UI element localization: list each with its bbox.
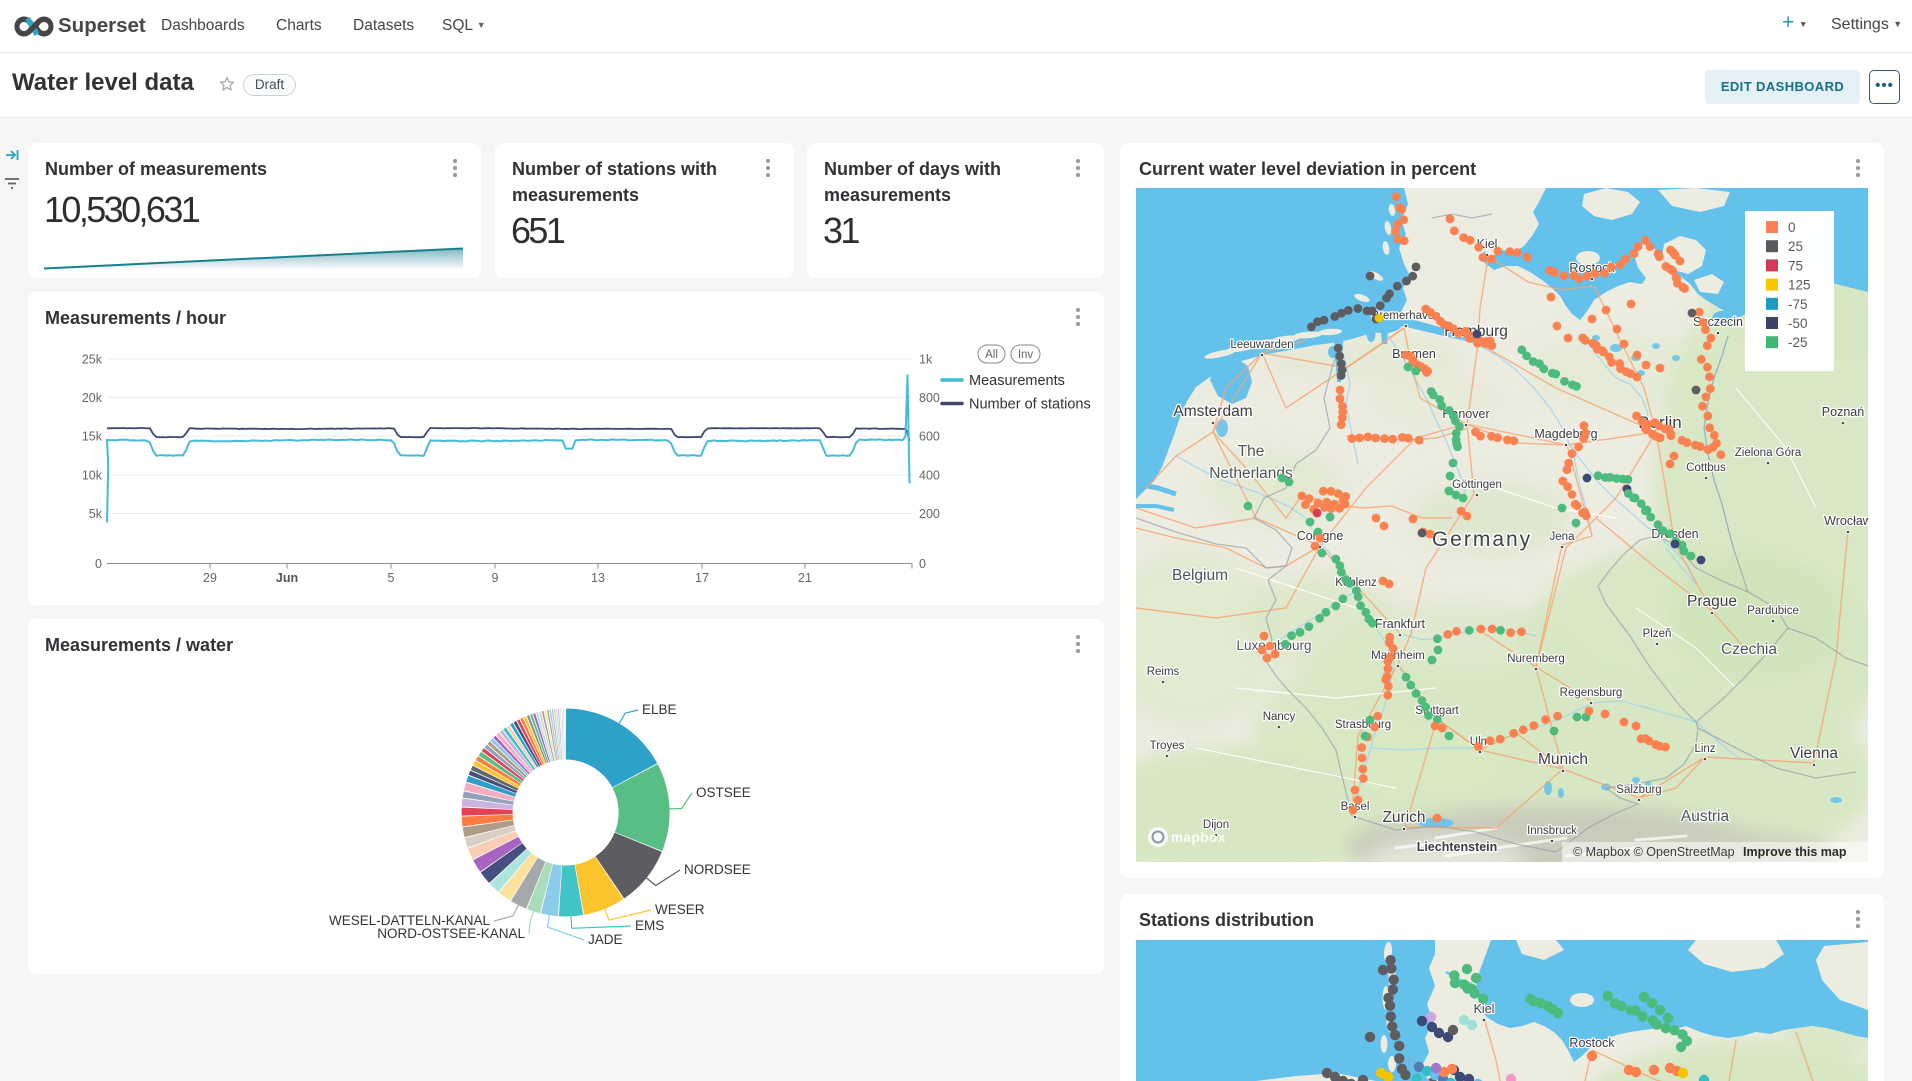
svg-text:OSTSEE: OSTSEE [696, 785, 751, 800]
svg-text:mapbox: mapbox [1171, 830, 1226, 845]
svg-text:© Mapbox © OpenStreetMap: © Mapbox © OpenStreetMap [1573, 845, 1735, 859]
svg-text:Linz: Linz [1694, 743, 1715, 755]
svg-text:WESEL-DATTELN-KANAL: WESEL-DATTELN-KANAL [329, 913, 491, 928]
svg-text:Munich: Munich [1538, 751, 1588, 768]
svg-text:-75: -75 [1788, 297, 1808, 312]
svg-text:21: 21 [798, 571, 812, 585]
svg-text:Göttingen: Göttingen [1452, 479, 1502, 491]
svg-text:200: 200 [919, 507, 940, 521]
svg-text:All: All [985, 349, 998, 361]
svg-text:Zielona Góra: Zielona Góra [1735, 447, 1802, 459]
svg-text:Inv: Inv [1018, 349, 1034, 361]
svg-text:NORD-OSTSEE-KANAL: NORD-OSTSEE-KANAL [377, 926, 525, 941]
svg-text:400: 400 [919, 469, 940, 483]
svg-text:Nancy: Nancy [1263, 711, 1296, 723]
svg-text:Improve this map: Improve this map [1743, 845, 1847, 859]
svg-text:Measurements: Measurements [969, 373, 1065, 389]
svg-text:10k: 10k [82, 469, 103, 483]
svg-text:Salzburg: Salzburg [1616, 784, 1661, 796]
svg-text:Germany: Germany [1432, 528, 1532, 551]
svg-text:Leeuwarden: Leeuwarden [1230, 339, 1293, 351]
svg-text:Number of stations: Number of stations [969, 397, 1091, 413]
svg-text:Rostock: Rostock [1569, 1036, 1615, 1050]
svg-text:Amsterdam: Amsterdam [1173, 403, 1252, 420]
svg-text:Troyes: Troyes [1150, 740, 1185, 752]
svg-text:Vienna: Vienna [1790, 745, 1838, 762]
svg-text:600: 600 [919, 430, 940, 444]
svg-text:0: 0 [919, 557, 926, 571]
svg-text:9: 9 [492, 571, 499, 585]
svg-text:Strasbourg: Strasbourg [1335, 719, 1391, 731]
svg-text:Kiel: Kiel [1474, 1002, 1495, 1016]
svg-text:15k: 15k [82, 430, 103, 444]
svg-text:Belgium: Belgium [1172, 567, 1228, 584]
svg-text:75: 75 [1788, 258, 1803, 273]
svg-text:13: 13 [591, 571, 605, 585]
svg-text:JADE: JADE [588, 932, 623, 947]
svg-text:-50: -50 [1788, 316, 1808, 331]
svg-text:NORDSEE: NORDSEE [684, 862, 751, 877]
svg-text:Mannheim: Mannheim [1371, 650, 1425, 662]
svg-text:Innsbruck: Innsbruck [1527, 825, 1577, 837]
svg-text:The: The [1238, 443, 1265, 460]
svg-text:29: 29 [203, 571, 217, 585]
svg-text:17: 17 [695, 571, 709, 585]
svg-text:ELBE: ELBE [642, 702, 677, 717]
svg-text:25k: 25k [82, 353, 103, 367]
svg-text:1k: 1k [919, 353, 933, 367]
svg-text:Wrocław: Wrocław [1824, 514, 1868, 528]
svg-text:20k: 20k [82, 391, 103, 405]
svg-text:Pardubice: Pardubice [1747, 605, 1799, 617]
svg-text:25: 25 [1788, 239, 1803, 254]
svg-text:Frankfurt: Frankfurt [1375, 617, 1426, 631]
svg-text:5: 5 [388, 571, 395, 585]
svg-text:Cottbus: Cottbus [1686, 462, 1726, 474]
svg-text:0: 0 [95, 557, 102, 571]
svg-text:Jena: Jena [1550, 531, 1576, 543]
svg-text:Jun: Jun [276, 571, 298, 585]
svg-text:Poznań: Poznań [1822, 405, 1864, 419]
svg-text:-25: -25 [1788, 335, 1808, 350]
svg-text:Liechtenstein: Liechtenstein [1417, 840, 1498, 854]
svg-text:0: 0 [1788, 220, 1796, 235]
svg-text:800: 800 [919, 391, 940, 405]
svg-text:5k: 5k [89, 507, 103, 521]
svg-text:Plzeň: Plzeň [1643, 628, 1672, 640]
svg-text:Nuremberg: Nuremberg [1507, 653, 1565, 665]
svg-text:Zurich: Zurich [1382, 809, 1425, 826]
svg-text:125: 125 [1788, 278, 1811, 293]
svg-text:Czechia: Czechia [1721, 641, 1777, 658]
svg-text:Prague: Prague [1687, 593, 1737, 610]
svg-text:EMS: EMS [635, 918, 664, 933]
svg-text:Regensburg: Regensburg [1560, 687, 1623, 699]
svg-text:WESER: WESER [655, 902, 705, 917]
svg-text:Austria: Austria [1681, 808, 1730, 825]
svg-text:Reims: Reims [1147, 666, 1180, 678]
